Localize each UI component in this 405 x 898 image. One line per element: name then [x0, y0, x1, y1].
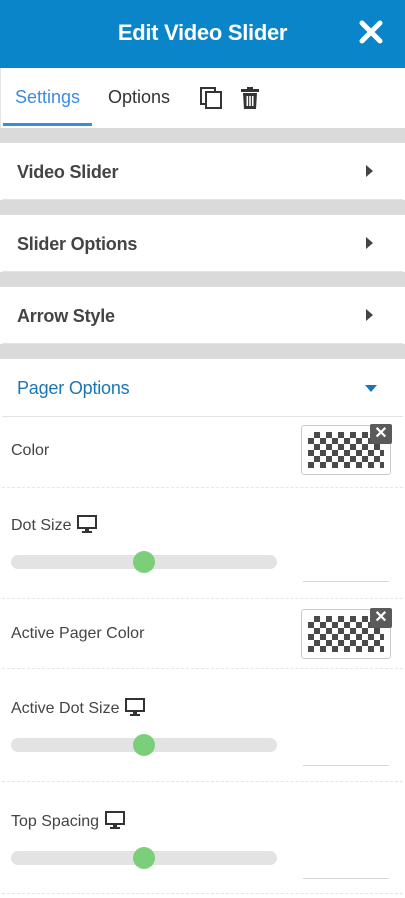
active-dot-size-input[interactable]: [303, 736, 389, 766]
active-dot-size-row: Active Dot Size: [2, 669, 403, 782]
tab-options[interactable]: Options: [108, 68, 170, 126]
section-gap: [0, 344, 405, 359]
monitor-icon[interactable]: [105, 811, 126, 829]
section-title: Video Slider: [17, 162, 119, 182]
dot-size-row: Dot Size: [2, 488, 403, 599]
dialog-title: Edit Video Slider: [117, 20, 288, 45]
slider-thumb[interactable]: [133, 847, 155, 869]
tab-bar: Settings Options: [0, 68, 405, 128]
section-video-slider[interactable]: Video Slider: [2, 143, 403, 200]
top-spacing-label-text: Top Spacing: [11, 813, 100, 830]
tab-settings[interactable]: Settings: [3, 68, 92, 126]
active-pager-color-label: Active Pager Color: [11, 625, 145, 642]
top-spacing-label: Top Spacing: [11, 811, 126, 831]
section-slider-options[interactable]: Slider Options: [2, 215, 403, 272]
top-spacing-slider[interactable]: [11, 847, 277, 869]
slider-thumb[interactable]: [133, 551, 155, 573]
top-spacing-input[interactable]: [303, 849, 389, 879]
active-dot-size-slider[interactable]: [11, 734, 277, 756]
copy-icon[interactable]: [199, 86, 223, 110]
clear-icon[interactable]: ✕: [370, 608, 392, 628]
slider-thumb[interactable]: [133, 734, 155, 756]
dialog-header: Edit Video Slider: [0, 0, 405, 68]
color-row: Color ✕: [2, 417, 403, 488]
top-spacing-row: Top Spacing: [2, 782, 403, 894]
section-gap: [0, 272, 405, 287]
section-arrow-style[interactable]: Arrow Style: [2, 287, 403, 344]
monitor-icon[interactable]: [77, 515, 98, 533]
section-title: Arrow Style: [17, 306, 115, 326]
section-title: Pager Options: [17, 378, 130, 398]
monitor-icon[interactable]: [125, 698, 146, 716]
caret-right-icon: [366, 237, 373, 249]
section-gap: [0, 200, 405, 215]
color-label: Color: [11, 442, 50, 459]
caret-right-icon: [366, 165, 373, 177]
dot-size-slider[interactable]: [11, 551, 277, 573]
caret-right-icon: [366, 309, 373, 321]
caret-down-icon: [365, 385, 377, 392]
section-pager-options[interactable]: Pager Options: [2, 359, 403, 417]
active-pager-color-row: Active Pager Color ✕: [2, 599, 403, 669]
color-picker[interactable]: ✕: [301, 424, 392, 475]
active-dot-size-label: Active Dot Size: [11, 698, 146, 718]
dot-size-label-text: Dot Size: [11, 517, 72, 534]
trash-icon[interactable]: [238, 86, 262, 110]
section-title: Slider Options: [17, 234, 138, 254]
dot-size-input[interactable]: [303, 552, 389, 582]
active-dot-size-label-text: Active Dot Size: [11, 700, 120, 717]
clear-icon[interactable]: ✕: [370, 424, 392, 444]
section-gap: [0, 128, 405, 143]
active-pager-color-picker[interactable]: ✕: [301, 608, 392, 659]
close-icon[interactable]: [357, 18, 385, 46]
dot-size-label: Dot Size: [11, 515, 98, 535]
